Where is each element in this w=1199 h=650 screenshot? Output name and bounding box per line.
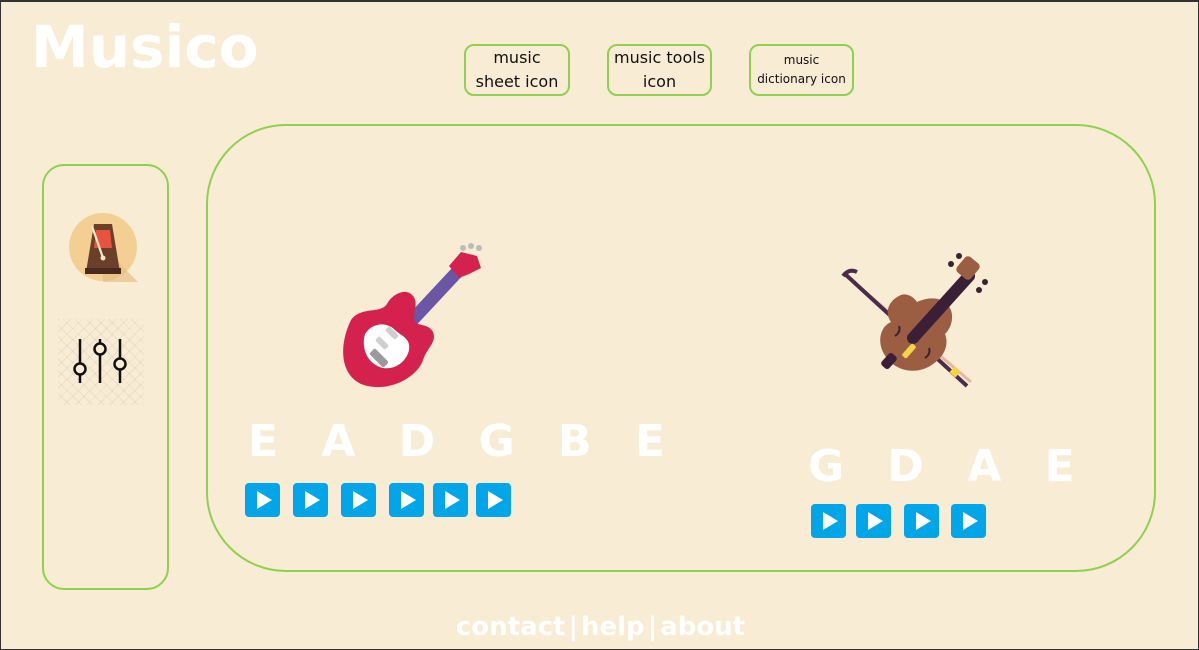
violin-button[interactable] [841,252,991,402]
guitar-play-row [245,483,515,517]
help-link[interactable]: help [581,612,645,642]
contact-link[interactable]: contact [456,612,566,642]
guitar-button[interactable] [331,242,491,392]
guitar-play-button-e-high[interactable] [476,483,511,517]
violin-tuning-label: G D A E [808,441,1089,492]
about-link[interactable]: about [660,612,745,642]
violin-icon [841,253,988,388]
footer-links: contact | help | about [1,610,1199,644]
music-dictionary-button[interactable]: music dictionary icon [749,44,854,96]
violin-play-button-a[interactable] [904,504,939,538]
music-tools-button[interactable]: music tools icon [607,44,712,96]
metronome-icon [69,213,138,282]
sidebar [42,164,169,590]
guitar-play-button-d[interactable] [341,483,376,517]
guitar-play-button-e-low[interactable] [245,483,280,517]
violin-play-button-e[interactable] [951,504,986,538]
app-logo: Musico [31,13,259,81]
guitar-play-button-a[interactable] [293,483,328,517]
mixer-button[interactable] [58,319,144,405]
electric-guitar-icon [343,243,482,388]
violin-play-row [811,504,991,538]
music-sheet-button[interactable]: music sheet icon [464,44,570,96]
violin-play-button-d[interactable] [856,504,891,538]
mixer-sliders-icon [73,339,127,383]
guitar-play-button-b[interactable] [433,483,468,517]
guitar-play-button-g[interactable] [389,483,424,517]
guitar-tuning-label: E A D G B E [248,416,679,467]
metronome-button[interactable] [68,212,138,282]
footer-separator: | [568,612,578,642]
violin-play-button-g[interactable] [811,504,846,538]
footer-separator: | [647,612,658,642]
